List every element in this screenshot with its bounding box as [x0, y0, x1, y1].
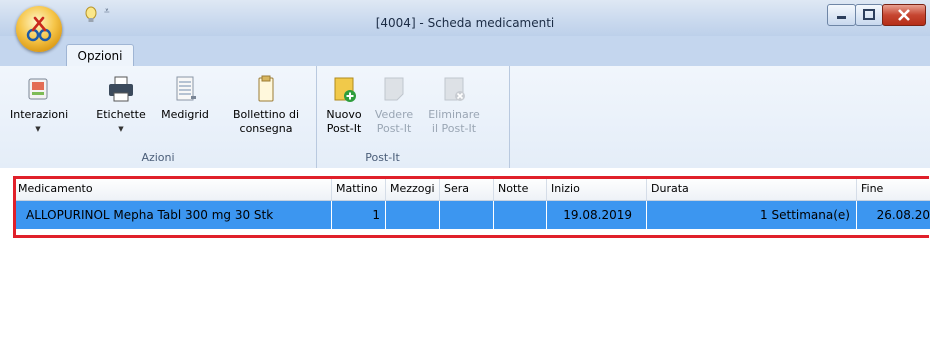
maximize-button[interactable] [855, 4, 883, 26]
window-title: [4004] - Scheda medicamenti [375, 16, 555, 30]
ribbon: Interazioni ▼ Etichette ▼ Medigrid Bolle… [0, 66, 930, 169]
group-label-postit: Post-It [365, 151, 400, 164]
etichette-button[interactable]: Etichette ▼ [94, 74, 148, 136]
grid-header: Medicamento Mattino Mezzogi Sera Notte I… [14, 178, 930, 201]
maximize-icon [863, 9, 875, 20]
cell-medicamento: ALLOPURINOL Mepha Tabl 300 mg 30 Stk [14, 201, 332, 229]
column-header-sera[interactable]: Sera [440, 178, 494, 200]
ribbon-group-postit: Nuovo Post-It Vedere Post-It Eliminare i… [316, 66, 510, 168]
minimize-button[interactable] [827, 4, 856, 26]
column-header-inizio[interactable]: Inizio [547, 178, 647, 200]
view-postit-icon [384, 77, 404, 101]
eliminare-postit-button[interactable]: Eliminare il Post-It [424, 74, 484, 136]
clipboard-icon [258, 75, 274, 102]
column-header-mezzogiorno[interactable]: Mezzogi [386, 178, 440, 200]
cell-inizio: 19.08.2019 [547, 201, 647, 229]
minimize-icon [837, 16, 846, 19]
bollettino-label: Bollettino di consegna [232, 108, 300, 135]
table-row[interactable]: ALLOPURINOL Mepha Tabl 300 mg 30 Stk 1 1… [14, 201, 930, 229]
medication-grid: Medicamento Mattino Mezzogi Sera Notte I… [0, 168, 930, 342]
chevron-down-icon: ▼ [118, 125, 124, 133]
eliminare-postit-label: Eliminare il Post-It [428, 108, 480, 135]
cell-mattino: 1 [332, 201, 386, 229]
column-header-medicamento[interactable]: Medicamento [14, 178, 332, 200]
column-header-notte[interactable]: Notte [494, 178, 547, 200]
cell-notte [494, 201, 547, 229]
vedere-postit-button[interactable]: Vedere Post-It [372, 74, 416, 136]
cell-durata: 1 Settimana(e) [647, 201, 857, 229]
bollettino-button[interactable]: Bollettino di consegna [228, 74, 304, 136]
medigrid-icon [176, 76, 196, 101]
ribbon-tab-bar: Opzioni [0, 36, 930, 68]
cell-mezzogiorno [386, 201, 440, 229]
column-header-durata[interactable]: Durata [647, 178, 857, 200]
medigrid-button[interactable]: Medigrid [156, 74, 214, 122]
cell-sera [440, 201, 494, 229]
printer-icon [109, 76, 133, 102]
cell-fine: 26.08.20 [876, 208, 930, 222]
close-icon [898, 9, 910, 21]
chevron-down-icon: ▼ [35, 125, 41, 133]
new-postit-icon [334, 77, 356, 102]
medigrid-label: Medigrid [161, 108, 209, 121]
column-header-fine[interactable]: Fine [857, 178, 930, 200]
app-menu-button[interactable] [16, 6, 62, 52]
tab-opzioni[interactable]: Opzioni [66, 44, 134, 68]
interazioni-label: Interazioni [10, 108, 69, 121]
nuovo-postit-button[interactable]: Nuovo Post-It [322, 74, 366, 136]
title-bar: ⩡ [4004] - Scheda medicamenti [0, 0, 930, 52]
close-button[interactable] [882, 4, 926, 26]
vedere-postit-label: Vedere Post-It [374, 108, 414, 135]
delete-postit-icon [444, 77, 465, 101]
interazioni-button[interactable]: Interazioni ▼ [10, 74, 69, 136]
app-logo-icon [26, 16, 52, 42]
interactions-icon [28, 78, 48, 100]
nuovo-postit-label: Nuovo Post-It [326, 108, 362, 135]
column-header-mattino[interactable]: Mattino [332, 178, 386, 200]
etichette-label: Etichette [96, 108, 146, 121]
